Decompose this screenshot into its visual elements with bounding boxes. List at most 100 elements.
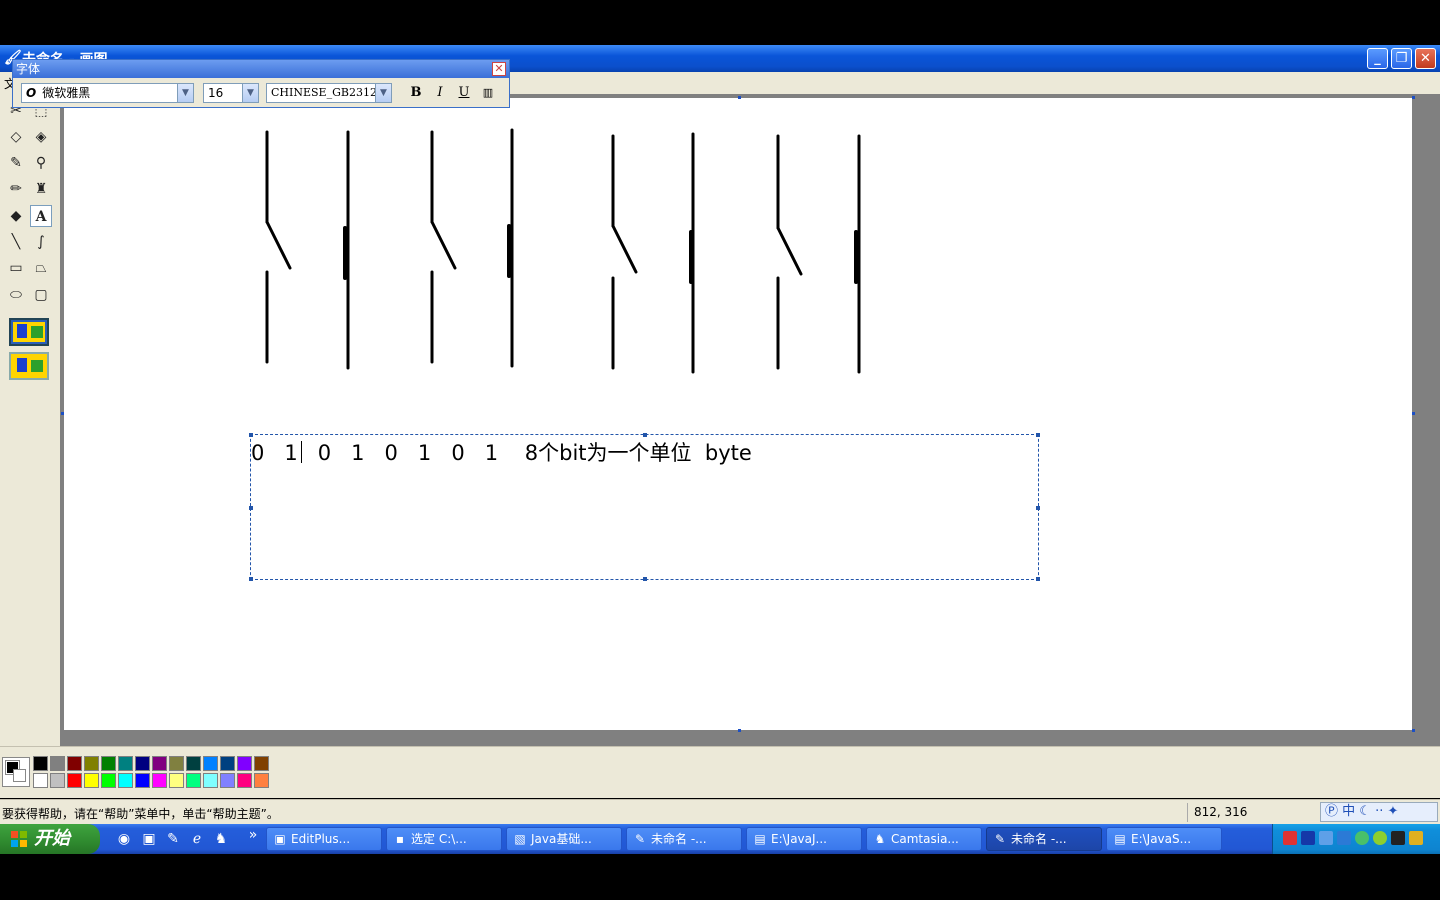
taskbar-button[interactable]: ▤ E:\JavaJ... (746, 827, 862, 851)
font-name-dropdown-icon[interactable]: ▼ (177, 84, 193, 102)
background-color (13, 769, 26, 782)
quicklaunch-camtasia-icon[interactable]: ♞ (212, 830, 230, 848)
ime-language-bar[interactable]: Ⓟ 中 ☾ ·· ✦ (1320, 802, 1438, 822)
palette-swatch[interactable] (169, 756, 184, 771)
font-size-select[interactable]: 16 ▼ (203, 83, 259, 103)
palette-swatch[interactable] (84, 756, 99, 771)
palette-swatch[interactable] (135, 756, 150, 771)
taskbar-button[interactable]: ✎ 未命名 -... (986, 827, 1102, 851)
closed-switch-1 (343, 130, 350, 370)
palette-swatch[interactable] (50, 756, 65, 771)
eraser-tool-icon[interactable]: ◇ (5, 126, 27, 148)
start-label: 开始 (34, 828, 70, 849)
palette-swatch[interactable] (101, 756, 116, 771)
taskbar-button-label: E:\JavaS... (1131, 832, 1192, 846)
palette-swatch[interactable] (203, 756, 218, 771)
taskbar-button[interactable]: ▧ Java基础... (506, 827, 622, 851)
palette-swatch[interactable] (84, 773, 99, 788)
resize-handle-right[interactable] (1412, 412, 1415, 415)
quicklaunch-ie-icon[interactable]: ◉ (115, 830, 133, 848)
palette-swatch[interactable] (67, 773, 82, 788)
tray-network-icon[interactable] (1319, 831, 1333, 845)
font-size-dropdown-icon[interactable]: ▼ (242, 84, 258, 102)
palette-swatch[interactable] (135, 773, 150, 788)
resize-handle-corner[interactable] (1412, 729, 1415, 732)
palette-swatch[interactable] (118, 756, 133, 771)
restore-button[interactable]: ❐ (1391, 48, 1412, 69)
drawing-canvas[interactable]: 0 1 0 1 0 1 0 1 8个bit为一个单位 byte (64, 98, 1412, 730)
switch-drawings (265, 128, 861, 374)
charset-dropdown-icon[interactable]: ▼ (375, 84, 391, 102)
quicklaunch-browser-icon[interactable]: ℯ (188, 830, 206, 848)
palette-swatch[interactable] (33, 773, 48, 788)
taskbar-button[interactable]: ♞ Camtasia... (866, 827, 982, 851)
palette-swatch[interactable] (33, 756, 48, 771)
resize-handle-top-right (1412, 96, 1415, 99)
ime-icon[interactable]: Ⓟ (1325, 804, 1342, 819)
palette-swatch[interactable] (186, 773, 201, 788)
tray-plus-icon[interactable] (1373, 831, 1387, 845)
magnifier-tool-icon[interactable]: ⚲ (30, 152, 52, 174)
tray-help-icon[interactable] (1301, 831, 1315, 845)
tray-shield-icon[interactable] (1409, 831, 1423, 845)
canvas-text: 0 1 0 1 0 1 0 1 8个bit为一个单位 byte (251, 441, 752, 465)
minimize-button[interactable]: _ (1367, 48, 1388, 69)
ellipse-tool-icon[interactable]: ⬭ (5, 284, 27, 306)
color-picker-tool-icon[interactable]: ✎ (5, 152, 27, 174)
resize-handle-bottom[interactable] (738, 729, 741, 732)
curve-tool-icon[interactable]: ∫ (30, 231, 52, 253)
palette-swatch[interactable] (101, 773, 116, 788)
vertical-text-icon[interactable]: ▥ (479, 85, 497, 101)
start-button[interactable]: 开始 (0, 824, 100, 854)
palette-swatch[interactable] (169, 773, 184, 788)
charset-select[interactable]: CHINESE_GB2312 ▼ (266, 83, 392, 103)
palette-swatch[interactable] (220, 773, 235, 788)
tray-app-icon[interactable] (1391, 831, 1405, 845)
palette-swatch[interactable] (152, 773, 167, 788)
open-switch-3 (611, 134, 638, 370)
palette-swatch[interactable] (152, 756, 167, 771)
text-tool-icon[interactable]: A (30, 205, 52, 227)
airbrush-tool-icon[interactable]: ◆ (5, 205, 27, 227)
tray-monitor-icon[interactable] (1337, 831, 1351, 845)
quicklaunch-paint-icon[interactable]: ✎ (164, 830, 182, 848)
bold-button[interactable]: B (407, 85, 425, 101)
italic-button[interactable]: I (431, 85, 449, 101)
taskbar-button[interactable]: ▪ 选定 C:\... (386, 827, 502, 851)
font-name-select[interactable]: O 微软雅黑 ▼ (21, 83, 194, 103)
palette-swatch[interactable] (254, 773, 269, 788)
ime-mode[interactable]: 中 (1342, 804, 1355, 819)
palette-swatch[interactable] (254, 756, 269, 771)
palette-swatch[interactable] (50, 773, 65, 788)
font-toolbar-close-icon[interactable]: ✕ (492, 62, 506, 76)
palette-swatch[interactable] (118, 773, 133, 788)
rectangle-tool-icon[interactable]: ▭ (5, 257, 27, 279)
transparent-background-option[interactable] (9, 352, 49, 380)
tray-pin-icon[interactable] (1283, 831, 1297, 845)
line-tool-icon[interactable]: ╲ (5, 231, 27, 253)
charset-value: CHINESE_GB2312 (271, 86, 377, 99)
taskbar-button[interactable]: ▤ E:\JavaS... (1106, 827, 1222, 851)
close-button[interactable]: ✕ (1415, 48, 1436, 69)
brush-tool-icon[interactable]: ♜ (30, 178, 52, 200)
palette-swatch[interactable] (67, 756, 82, 771)
fill-tool-icon[interactable]: ◈ (30, 126, 52, 148)
text-edit-box[interactable]: 0 1 0 1 0 1 0 1 8个bit为一个单位 byte (249, 433, 1040, 581)
rounded-rectangle-tool-icon[interactable]: ▢ (30, 284, 52, 306)
palette-swatch[interactable] (203, 773, 218, 788)
quicklaunch-more-icon[interactable]: » (244, 826, 262, 844)
tray-sync-icon[interactable] (1355, 831, 1369, 845)
open-switch-1 (265, 130, 292, 364)
pencil-tool-icon[interactable]: ✏ (5, 178, 27, 200)
taskbar-button[interactable]: ▣ EditPlus... (266, 827, 382, 851)
underline-button[interactable]: U (455, 85, 473, 101)
palette-swatch[interactable] (220, 756, 235, 771)
polygon-tool-icon[interactable]: ⏢ (30, 257, 52, 279)
ime-options-icon[interactable]: ☾ ·· ✦ (1355, 804, 1398, 819)
palette-swatch[interactable] (186, 756, 201, 771)
palette-swatch[interactable] (237, 773, 252, 788)
palette-swatch[interactable] (237, 756, 252, 771)
quicklaunch-editplus-icon[interactable]: ▣ (140, 830, 158, 848)
opaque-background-option[interactable] (9, 318, 49, 346)
taskbar-button[interactable]: ✎ 未命名 -... (626, 827, 742, 851)
